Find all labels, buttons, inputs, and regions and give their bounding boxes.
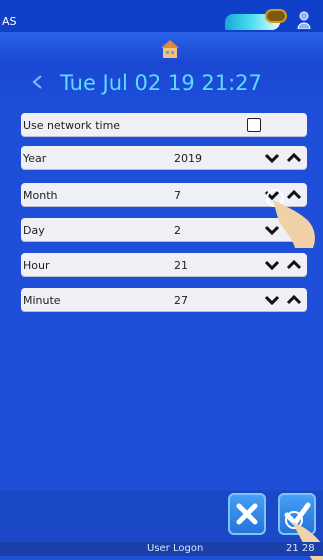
chevron-down-icon[interactable]: [265, 224, 279, 236]
title-bar: Tue Jul 02 19 21:27: [0, 62, 323, 106]
field-label-minute: Minute: [23, 294, 61, 307]
tape-icon: [265, 9, 287, 23]
footer-bar: User Logon 21 28: [0, 542, 323, 556]
footer-time: 21 28: [286, 543, 315, 554]
field-value-year: 2019: [174, 152, 202, 165]
field-label-hour: Hour: [23, 259, 50, 272]
page-title: Tue Jul 02 19 21:27: [60, 71, 262, 95]
field-value-day: 2: [174, 224, 181, 237]
field-row-year: Year 2019: [21, 146, 307, 170]
back-chevron-icon[interactable]: [30, 74, 46, 90]
user-logon-label[interactable]: User Logon: [147, 543, 203, 554]
chevron-up-icon[interactable]: [287, 224, 301, 236]
field-label-year: Year: [23, 152, 47, 165]
chevron-up-icon[interactable]: [287, 259, 301, 271]
field-row-hour: Hour 21: [21, 253, 307, 277]
cancel-icon: [236, 503, 258, 525]
field-row-month: Month 7: [21, 183, 307, 207]
bottom-action-bar: [0, 490, 323, 542]
field-label-month: Month: [23, 189, 58, 202]
cancel-button[interactable]: [228, 493, 266, 535]
chevron-up-icon[interactable]: [287, 152, 301, 164]
chevron-up-icon[interactable]: [287, 294, 301, 306]
field-row-day: Day 2: [21, 218, 307, 242]
field-value-hour: 21: [174, 259, 188, 272]
field-row-minute: Minute 27: [21, 288, 307, 312]
field-label-day: Day: [23, 224, 45, 237]
chevron-down-icon[interactable]: [265, 189, 279, 201]
status-text: AS: [2, 15, 17, 28]
chevron-down-icon[interactable]: [265, 294, 279, 306]
chevron-down-icon[interactable]: [265, 259, 279, 271]
confirm-button[interactable]: [278, 493, 316, 535]
network-time-label: Use network time: [23, 119, 121, 132]
chevron-down-icon[interactable]: [265, 152, 279, 164]
home-icon[interactable]: [160, 39, 180, 59]
chevron-up-icon[interactable]: [287, 189, 301, 201]
status-bar: AS: [0, 0, 323, 32]
confirm-icon: [284, 502, 311, 526]
home-bar: [0, 32, 323, 62]
person-icon: [297, 11, 311, 29]
field-value-month: 7: [174, 189, 181, 202]
field-value-minute: 27: [174, 294, 188, 307]
network-time-checkbox[interactable]: [247, 118, 261, 132]
network-time-row[interactable]: Use network time: [21, 113, 307, 137]
